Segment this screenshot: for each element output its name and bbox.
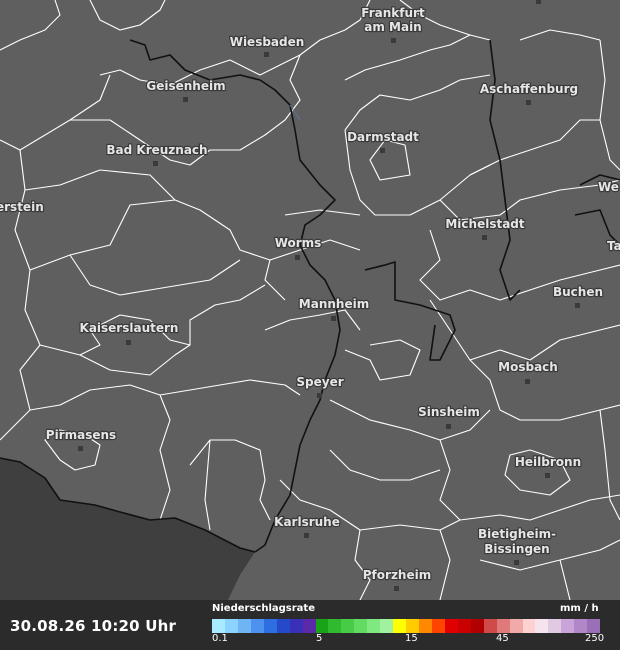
svg-text:am Main: am Main [364,20,421,34]
scale-swatch-14 [393,619,407,633]
svg-text:Pirmasens: Pirmasens [46,428,116,442]
scale-swatch-0 [212,619,225,633]
svg-text:We: We [598,180,619,194]
scale-swatch-1 [224,619,238,633]
scale-swatch-19 [457,619,471,633]
svg-text:Bissingen: Bissingen [484,542,549,556]
scale-swatch-4 [263,619,277,633]
svg-text:Speyer: Speyer [296,375,343,389]
scale-swatch-5 [276,619,290,633]
svg-text:Buchen: Buchen [553,285,603,299]
scale-swatch-18 [444,619,458,633]
svg-text:erstein: erstein [0,200,44,214]
legend-tick-0: 0.1 [212,633,228,644]
svg-text:Aschaffenburg: Aschaffenburg [480,82,578,96]
scale-swatch-7 [302,619,316,633]
svg-text:Sinsheim: Sinsheim [418,405,480,419]
scale-swatch-25 [535,619,549,633]
city-dot-offscreen [536,0,541,4]
svg-text:Michelstadt: Michelstadt [445,217,525,231]
timestamp-label: 30.08.26 10:20 Uhr [10,617,177,635]
legend-tick-1: 5 [316,633,323,644]
svg-text:Mosbach: Mosbach [498,360,558,374]
scale-swatch-20 [470,619,484,633]
precipitation-radar-map[interactable]: Frankfurt am Main Wiesbaden Geisenheim A… [0,0,620,600]
legend-tick-4: 250 [585,633,605,644]
svg-text:Geisenheim: Geisenheim [146,79,225,93]
svg-text:Worms: Worms [275,236,322,250]
svg-text:Heilbronn: Heilbronn [515,455,581,469]
svg-text:Frankfurt: Frankfurt [361,6,425,20]
city-erstein-partial[interactable]: erstein [0,199,45,215]
scale-swatch-12 [367,619,381,633]
scale-swatch-9 [328,619,342,633]
scale-swatch-17 [431,619,445,633]
svg-text:Kaiserslautern: Kaiserslautern [80,321,179,335]
legend-title: Niederschlagsrate [212,603,315,614]
scale-swatch-22 [496,619,510,633]
scale-swatch-13 [380,619,394,633]
scale-swatch-11 [354,619,368,633]
scale-swatch-6 [289,619,303,633]
legend-tick-3: 45 [496,633,509,644]
svg-text:Ta: Ta [607,239,620,253]
scale-swatch-28 [574,619,588,633]
svg-text:Mannheim: Mannheim [299,297,369,311]
legend-tick-2: 15 [405,633,418,644]
scale-swatch-3 [250,619,264,633]
legend-unit: mm / h [560,603,599,614]
precipitation-color-scale [212,619,601,633]
svg-text:Karlsruhe: Karlsruhe [274,515,340,529]
svg-text:Wiesbaden: Wiesbaden [230,35,305,49]
scale-swatch-2 [237,619,251,633]
city-ta-partial[interactable]: Ta [606,238,620,254]
svg-text:Bad Kreuznach: Bad Kreuznach [106,143,207,157]
scale-swatch-23 [509,619,523,633]
scale-swatch-8 [315,619,329,633]
svg-text:Darmstadt: Darmstadt [347,130,419,144]
scale-swatch-24 [522,619,536,633]
svg-text:Bietigheim-: Bietigheim- [478,527,556,541]
scale-swatch-10 [341,619,355,633]
city-we-partial[interactable]: We [597,179,620,195]
scale-swatch-21 [483,619,497,633]
svg-text:Pforzheim: Pforzheim [363,568,431,582]
scale-swatch-15 [406,619,419,633]
scale-swatch-26 [548,619,562,633]
scale-swatch-16 [419,619,432,633]
scale-swatch-29 [587,619,601,633]
scale-swatch-27 [561,619,575,633]
